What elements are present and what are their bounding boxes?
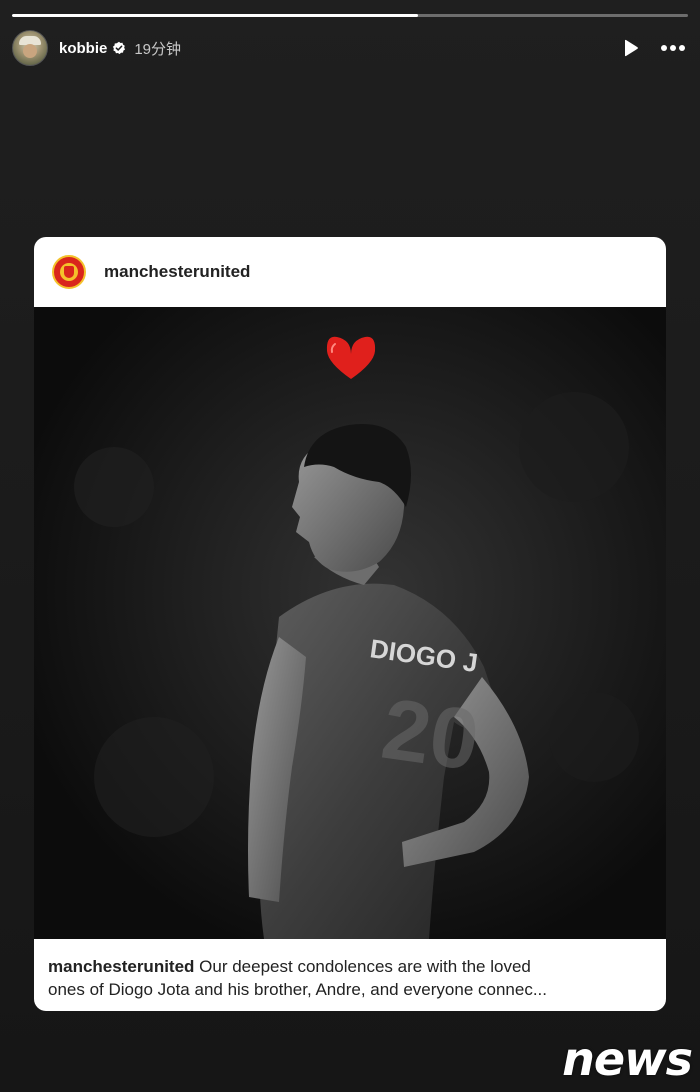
- svg-text:20: 20: [376, 681, 484, 789]
- story-timestamp: 19分钟: [134, 40, 182, 58]
- post-image: DIOGO J 20: [34, 307, 666, 939]
- manchester-united-crest-icon: [52, 255, 86, 289]
- verified-badge-icon: [113, 41, 126, 55]
- play-icon: [625, 39, 638, 57]
- more-options-icon: [661, 45, 685, 51]
- story-header: kobbie 19分钟: [12, 30, 688, 66]
- post-account-name[interactable]: manchesterunited: [104, 262, 250, 282]
- post-caption[interactable]: manchesterunited Our deepest condolences…: [34, 939, 666, 1011]
- caption-username[interactable]: manchesterunited: [48, 957, 194, 976]
- avatar[interactable]: [12, 30, 48, 66]
- player-photo: DIOGO J 20: [34, 307, 666, 939]
- story-progress-bar: [12, 14, 688, 17]
- avatar-face: [23, 44, 37, 58]
- story-username[interactable]: kobbie: [59, 40, 107, 57]
- more-options-button[interactable]: [658, 37, 688, 59]
- post-header: manchesterunited: [34, 237, 666, 307]
- crest-shield: [64, 266, 74, 278]
- caption-text-line2: ones of Diogo Jota and his brother, Andr…: [48, 980, 548, 999]
- reshared-post-card[interactable]: manchesterunited DIOGO J 20 manchesterun…: [34, 237, 666, 1011]
- header-controls: [620, 37, 688, 59]
- news-watermark: news: [562, 1032, 693, 1086]
- play-button[interactable]: [620, 37, 642, 59]
- story-progress-fill: [12, 14, 418, 17]
- caption-text-line1: Our deepest condolences are with the lov…: [194, 957, 531, 976]
